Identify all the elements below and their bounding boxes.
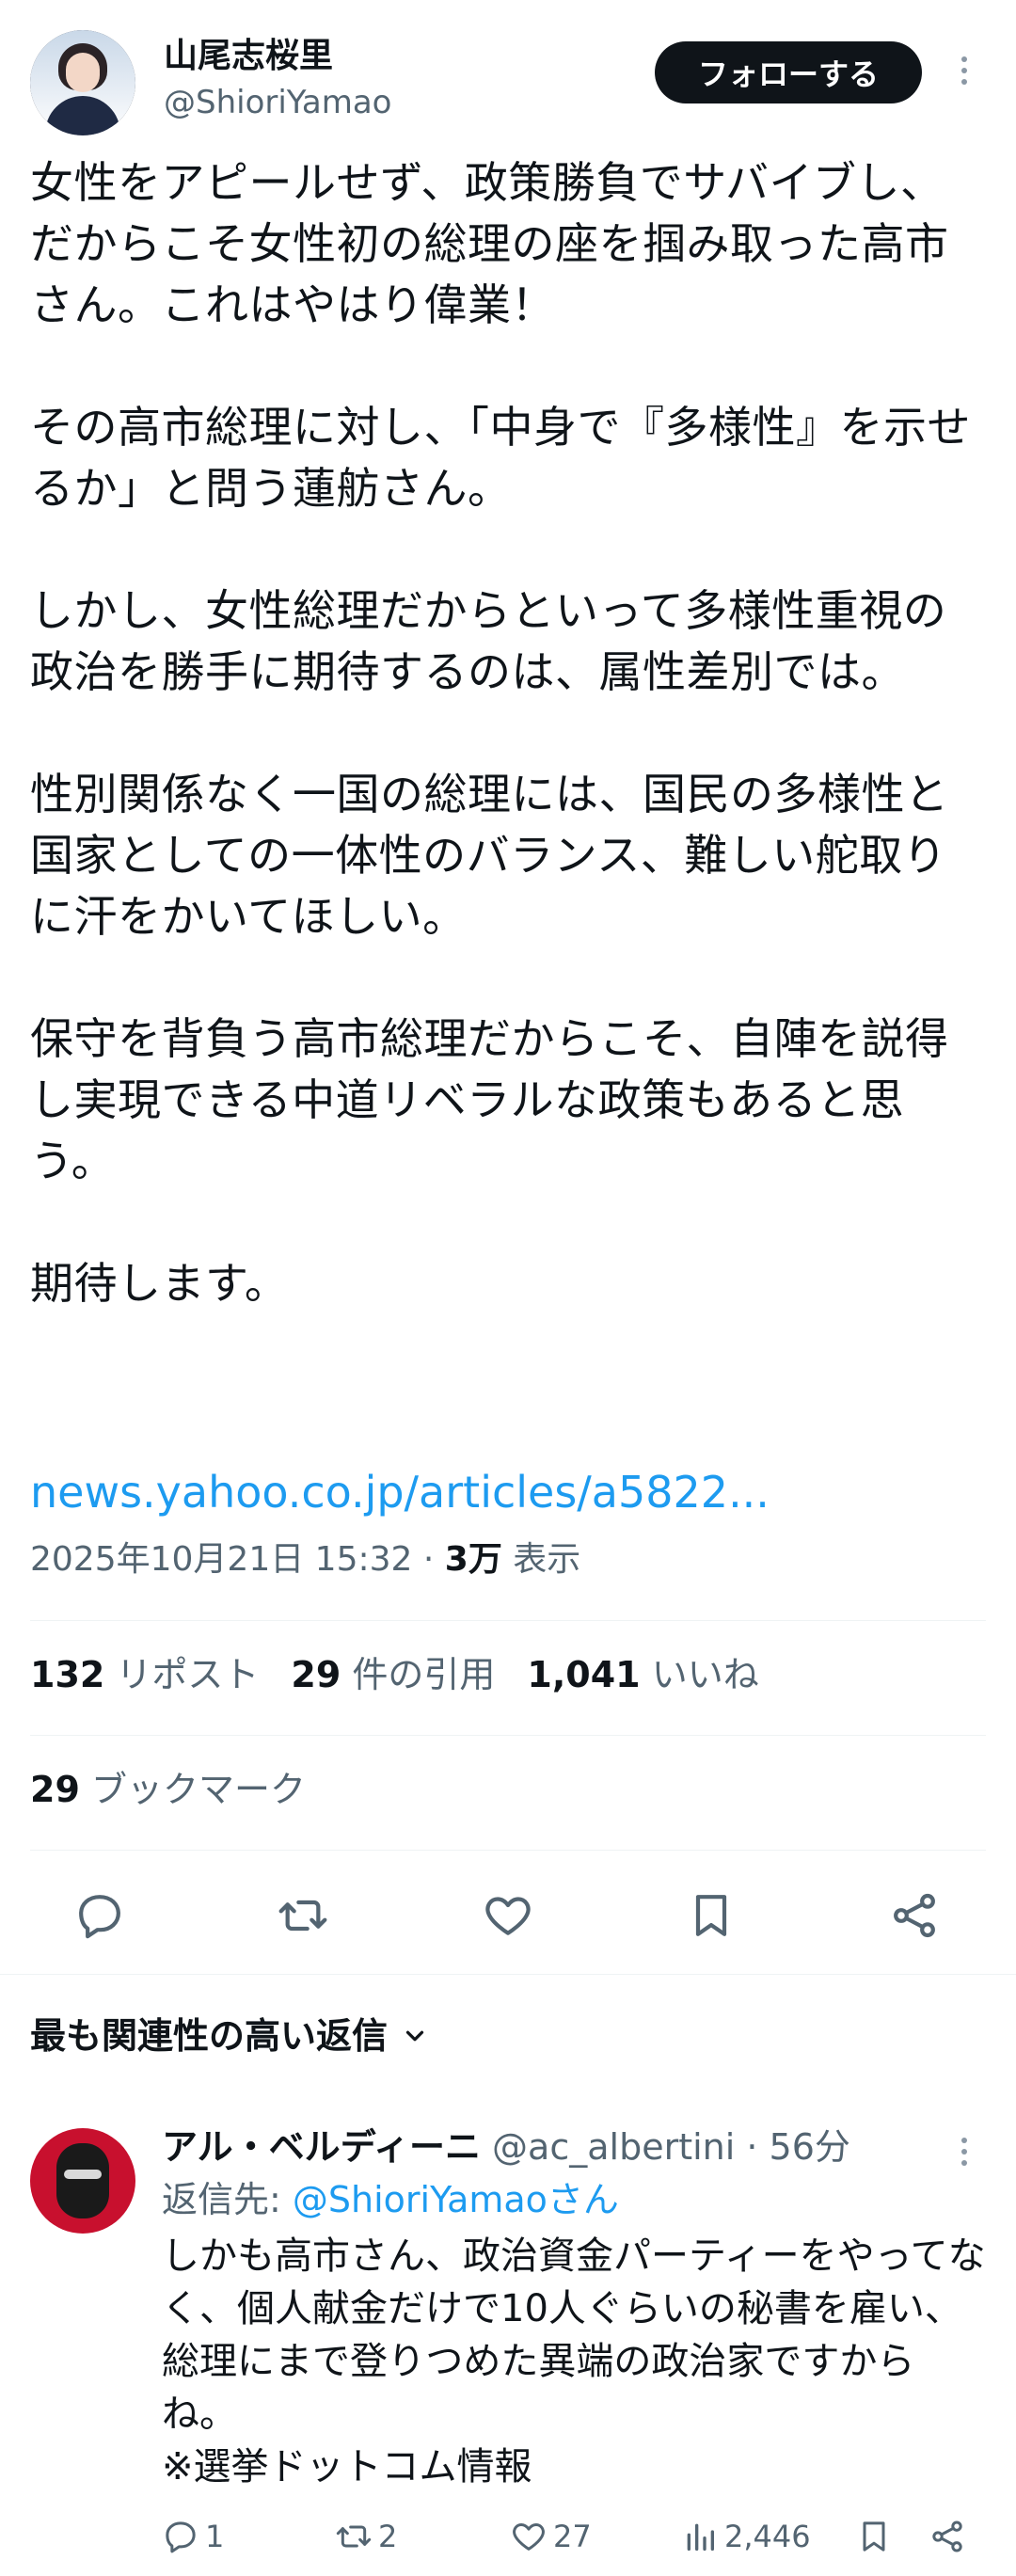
reply-repost-button[interactable]: 2	[335, 2518, 397, 2555]
bookmark-icon[interactable]	[683, 1887, 739, 1944]
reply-share-icon[interactable]	[924, 2510, 971, 2563]
share-icon[interactable]	[886, 1887, 943, 1944]
divider	[30, 1620, 986, 1621]
repost-icon[interactable]	[275, 1887, 331, 1944]
author-handle[interactable]: @ShioriYamao	[164, 83, 391, 122]
reply-repost-count: 2	[378, 2519, 398, 2554]
tweet-meta: 2025年10月21日 15:32 · 3万 表示	[30, 1537, 580, 1582]
reposts-count: 132	[30, 1654, 105, 1695]
views-count: 3万	[444, 1540, 502, 1579]
bookmarks-label: ブックマーク	[79, 1769, 306, 1810]
likes-stat[interactable]: 1,041 いいね	[527, 1652, 758, 1697]
follow-button[interactable]: フォローする	[655, 41, 922, 103]
reposts-stat[interactable]: 132 リポスト	[30, 1652, 259, 1697]
divider	[30, 1735, 986, 1736]
views-label: 表示	[501, 1540, 581, 1579]
like-icon	[513, 2523, 545, 2551]
reply-like-button[interactable]: 27	[510, 2518, 592, 2555]
tweet-link[interactable]: news.yahoo.co.jp/articles/a5822...	[30, 1464, 770, 1520]
section-divider	[0, 1974, 1016, 1975]
bookmarks-stat[interactable]: 29 ブックマーク	[30, 1767, 306, 1812]
author-display-name[interactable]: 山尾志桜里	[164, 36, 333, 77]
tweet-text: 女性をアピールせず、政策勝負でサバイブし、だからこそ女性初の総理の座を掴み取った…	[30, 157, 971, 1309]
reply-sort-dropdown[interactable]: 最も関連性の高い返信	[30, 2013, 429, 2059]
reply-to-line: 返信先: @ShioriYamaoさん	[162, 2177, 619, 2222]
reply-reply-button[interactable]: 1	[162, 2518, 224, 2555]
reply-view-count: 2,446	[724, 2519, 811, 2554]
reply-author-avatar[interactable]	[30, 2128, 135, 2234]
tweet-timestamp[interactable]: 2025年10月21日 15:32 ·	[30, 1540, 445, 1579]
quotes-stat[interactable]: 29 件の引用	[291, 1652, 495, 1697]
reply-icon[interactable]	[71, 1887, 128, 1944]
reply-header: アル・ベルディーニ @ac_albertini · 56分	[162, 2124, 850, 2170]
reposts-label: リポスト	[104, 1654, 260, 1695]
reply-text: しかも高市さん、政治資金パーティーをやってなく、個人献金だけで10人ぐらいの秘書…	[162, 2234, 986, 2489]
more-options-icon[interactable]	[960, 56, 969, 85]
analytics-icon	[687, 2523, 714, 2551]
reply-icon	[166, 2521, 196, 2553]
divider	[30, 1850, 986, 1851]
quotes-label: 件の引用	[341, 1654, 496, 1695]
likes-count: 1,041	[527, 1654, 641, 1695]
repost-icon	[336, 2525, 372, 2548]
bookmarks-count: 29	[30, 1769, 80, 1810]
reply-like-count: 27	[553, 2519, 592, 2554]
reply-bookmark-icon[interactable]	[850, 2510, 897, 2563]
reply-to-mention[interactable]: @ShioriYamaoさん	[293, 2179, 619, 2220]
reply-reply-count: 1	[205, 2519, 225, 2554]
reply-author-name[interactable]: アル・ベルディーニ	[162, 2126, 481, 2168]
reply-more-options-icon[interactable]	[960, 2138, 969, 2166]
chevron-down-icon	[405, 2030, 424, 2042]
author-avatar[interactable]	[30, 30, 135, 135]
reply-to-prefix: 返信先:	[162, 2179, 293, 2220]
likes-label: いいね	[640, 1654, 759, 1695]
reply-sort-label: 最も関連性の高い返信	[30, 2015, 389, 2057]
quotes-count: 29	[291, 1654, 341, 1695]
engagement-stats: 132 リポスト 29 件の引用 1,041 いいね	[30, 1652, 791, 1697]
reply-author-meta[interactable]: @ac_albertini · 56分	[481, 2126, 850, 2168]
like-icon[interactable]	[480, 1887, 536, 1944]
reply-views-button[interactable]: 2,446	[681, 2518, 811, 2555]
